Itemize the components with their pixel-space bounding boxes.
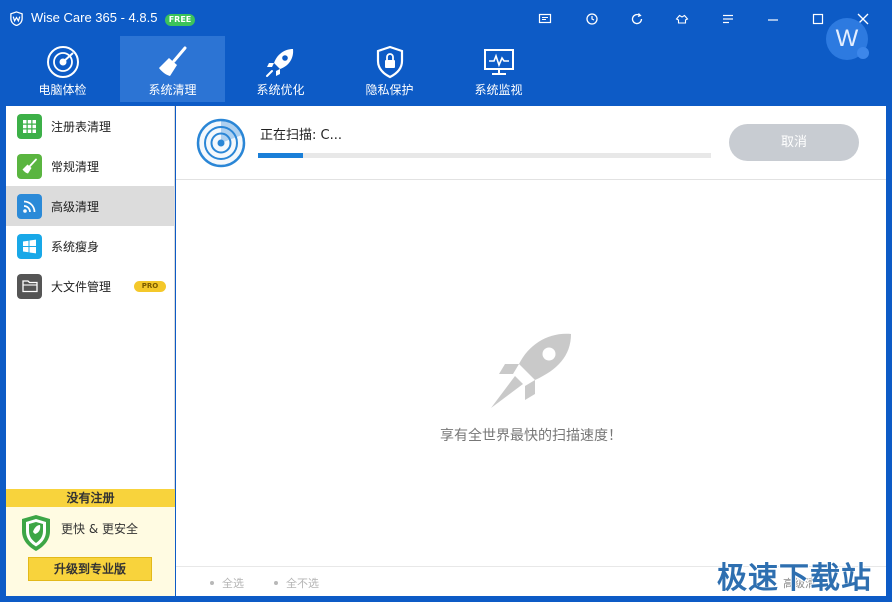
title-bar: Wise Care 365 - 4.8.5 FREE (0, 0, 892, 36)
sidebar-item-system-slim[interactable]: 系统瘦身 (6, 226, 175, 266)
bullet-icon (210, 581, 214, 585)
sidebar-item-large-file-manager[interactable]: 大文件管理 PRO (6, 266, 175, 306)
tab-label: 系统优化 (256, 83, 305, 97)
minimize-icon (768, 19, 778, 21)
tab-system-monitor[interactable]: 系统监视 (446, 36, 551, 102)
tab-system-optimize[interactable]: 系统优化 (228, 36, 333, 102)
select-all-link[interactable]: 全选 (210, 575, 244, 591)
app-window: Wise Care 365 - 4.8.5 FREE 电脑体检 系统清理 系统优… (0, 0, 892, 602)
grid-icon (17, 113, 42, 139)
maximize-icon (812, 13, 824, 25)
watermark-text: 极速下载站 (717, 561, 872, 596)
restore-button[interactable] (580, 8, 604, 30)
sidebar-item-registry-clean[interactable]: 注册表清理 (6, 106, 175, 146)
registration-heading: 没有注册 (6, 489, 175, 507)
tab-privacy-protect[interactable]: 隐私保护 (337, 36, 442, 102)
windows-icon (17, 233, 42, 259)
avatar-status-dot (857, 47, 869, 59)
tab-label: 隐私保护 (365, 83, 414, 97)
tab-label: 系统清理 (148, 83, 197, 97)
app-logo-icon (10, 11, 23, 26)
feedback-button[interactable] (533, 8, 557, 30)
select-all-label: 全选 (222, 577, 244, 590)
sidebar-item-label: 大文件管理 (51, 279, 112, 294)
pro-badge: PRO (134, 280, 166, 292)
sidebar-item-common-clean[interactable]: 常规清理 (6, 146, 175, 186)
main-panel: 正在扫描: C... 取消 享有全世界最快的扫描速度！ 全选 全不选 (176, 106, 886, 596)
scan-progress-bar (258, 153, 711, 158)
monitor-icon (483, 49, 514, 75)
free-badge: FREE (165, 14, 195, 26)
skin-icon (675, 14, 689, 24)
rocket-icon (491, 333, 571, 408)
sidebar-item-label: 注册表清理 (51, 119, 112, 134)
select-none-link[interactable]: 全不选 (274, 575, 319, 591)
select-none-label: 全不选 (286, 577, 319, 590)
refresh-button[interactable] (625, 8, 649, 30)
restore-icon (586, 13, 598, 25)
wifi-icon (17, 193, 42, 219)
maximize-button[interactable] (806, 8, 830, 30)
sidebar-item-label: 高级清理 (51, 199, 100, 214)
registration-tagline: 更快 & 更安全 (61, 522, 138, 536)
broom-icon (17, 153, 42, 179)
scan-radar-icon (196, 118, 246, 168)
refresh-icon (631, 13, 643, 25)
app-title: Wise Care 365 - 4.8.5 (31, 10, 158, 25)
rocket-icon (265, 49, 293, 77)
menu-icon (723, 14, 733, 24)
broom-icon (158, 46, 186, 76)
sidebar-item-advanced-clean[interactable]: 高级清理 (6, 186, 175, 226)
registration-panel: 没有注册 更快 & 更安全 升级到专业版 (6, 489, 175, 596)
skin-button[interactable] (670, 8, 694, 30)
radar-icon (46, 46, 79, 78)
menu-button[interactable] (716, 8, 740, 30)
minimize-button[interactable] (761, 8, 785, 30)
scan-header: 正在扫描: C... 取消 (176, 106, 886, 180)
feedback-icon (538, 13, 552, 24)
tab-system-clean[interactable]: 系统清理 (120, 36, 225, 102)
shield-lock-icon (376, 45, 403, 79)
sidebar-item-label: 常规清理 (51, 159, 100, 174)
scan-status-text: 正在扫描: C... (260, 128, 342, 143)
shield-check-icon (22, 515, 50, 551)
main-nav: 电脑体检 系统清理 系统优化 隐私保护 系统监视 (0, 36, 892, 106)
upgrade-button[interactable]: 升级到专业版 (28, 557, 152, 581)
tab-label: 系统监视 (474, 83, 523, 97)
tab-label: 电脑体检 (38, 83, 87, 97)
sidebar-item-label: 系统瘦身 (51, 239, 100, 254)
bullet-icon (274, 581, 278, 585)
folder-icon (17, 273, 42, 299)
cancel-button[interactable]: 取消 (729, 124, 859, 161)
slogan-text: 享有全世界最快的扫描速度！ (440, 428, 622, 444)
sidebar: 注册表清理 常规清理 高级清理 系统瘦身 大文件管理 PRO 没有注册 更快 &… (6, 106, 175, 596)
scan-progress-fill (258, 153, 304, 158)
tab-pc-checkup[interactable]: 电脑体检 (10, 36, 115, 102)
